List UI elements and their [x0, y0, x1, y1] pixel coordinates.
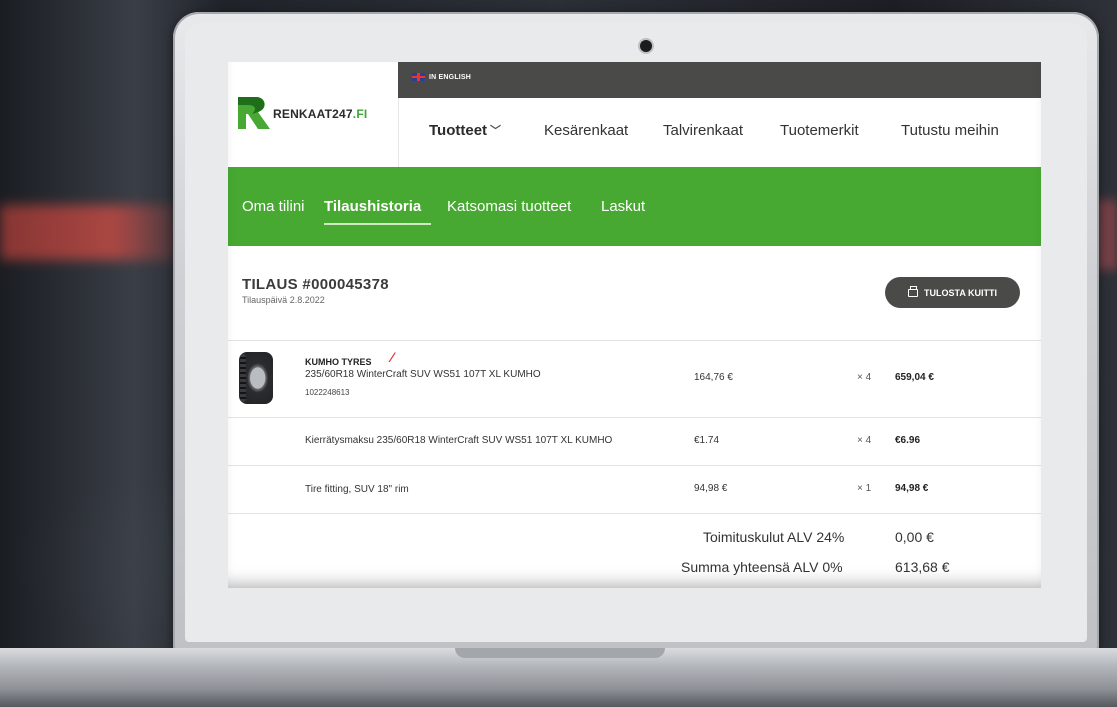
- shipping-value: 0,00 €: [895, 529, 934, 545]
- row-divider: [228, 340, 1041, 341]
- language-switch[interactable]: IN ENGLISH: [412, 73, 471, 81]
- item-price: €1.74: [694, 435, 720, 446]
- main-nav: Tuotteet ﹀ Kesärenkaat Talvirenkaat Tuote…: [398, 98, 1041, 167]
- tab-oma-tilini[interactable]: Oma tilini: [242, 198, 305, 215]
- item-name: Kierrätysmaksu 235/60R18 WinterCraft SUV…: [305, 435, 613, 446]
- nav-item-kesarenkaat[interactable]: Kesärenkaat: [544, 122, 628, 139]
- item-total: €6.96: [895, 435, 921, 446]
- tab-katsomasi-tuotteet[interactable]: Katsomasi tuotteet: [447, 198, 571, 215]
- item-total: 94,98 €: [895, 483, 929, 494]
- printer-icon: [908, 285, 918, 297]
- nav-item-tuotemerkit[interactable]: Tuotemerkit: [780, 122, 859, 139]
- subtotal-label: Summa yhteensä ALV 0%: [681, 559, 843, 575]
- nav-item-tutustu-meihin[interactable]: Tutustu meihin: [901, 122, 999, 139]
- language-label: IN ENGLISH: [429, 73, 472, 81]
- chevron-down-icon: ﹀: [490, 125, 502, 137]
- item-total: 659,04 €: [895, 372, 934, 383]
- item-price: 94,98 €: [694, 483, 728, 494]
- order-title: TILAUS #000045378: [242, 276, 389, 293]
- print-receipt-label: TULOSTA KUITTI: [924, 287, 997, 298]
- renkaat-logo-icon: [238, 97, 270, 129]
- kumho-logo-icon: ⁄: [391, 349, 394, 365]
- print-receipt-button[interactable]: TULOSTA KUITTI: [885, 277, 1020, 308]
- row-divider: [228, 417, 1041, 418]
- browser-screen: RENKAAT247.FI IN ENGLISH Tuotteet ﹀ Kesär…: [228, 62, 1041, 588]
- tire-tread: [240, 354, 246, 402]
- webcam-icon: [640, 40, 652, 52]
- item-name[interactable]: 235/60R18 WinterCraft SUV WS51 107T XL K…: [305, 369, 541, 380]
- item-name: Tire fitting, SUV 18" rim: [305, 484, 409, 495]
- row-divider: [228, 513, 1041, 514]
- shipping-label: Toimituskulut ALV 24%: [703, 529, 845, 545]
- active-tab-underline: [324, 223, 431, 225]
- tab-laskut[interactable]: Laskut: [601, 198, 645, 215]
- subtotal-value: 613,68 €: [895, 559, 950, 575]
- item-qty: × 4: [857, 372, 872, 383]
- nav-item-tuotteet[interactable]: Tuotteet ﹀: [429, 122, 501, 139]
- order-date: Tilauspäivä 2.8.2022: [242, 295, 325, 305]
- item-qty: × 4: [857, 435, 872, 446]
- laptop-base-notch: [455, 648, 665, 658]
- item-price: 164,76 €: [694, 372, 733, 383]
- background-light-streak: [0, 205, 190, 260]
- nav-item-label: Tuotteet: [429, 122, 488, 139]
- tab-tilaushistoria[interactable]: Tilaushistoria: [324, 198, 421, 215]
- item-qty: × 1: [857, 483, 872, 494]
- item-brand: KUMHO TYRES: [305, 357, 372, 367]
- uk-flag-icon: [412, 73, 425, 81]
- nav-item-talvirenkaat[interactable]: Talvirenkaat: [663, 122, 743, 139]
- logo-area[interactable]: RENKAAT247.FI: [228, 62, 398, 167]
- item-sku: 1022248613: [305, 388, 350, 397]
- brand-name: RENKAAT247.FI: [273, 107, 368, 121]
- account-nav: Oma tilini Tilaushistoria Katsomasi tuot…: [228, 167, 1041, 246]
- row-divider: [228, 465, 1041, 466]
- top-utility-bar: IN ENGLISH: [398, 62, 1041, 98]
